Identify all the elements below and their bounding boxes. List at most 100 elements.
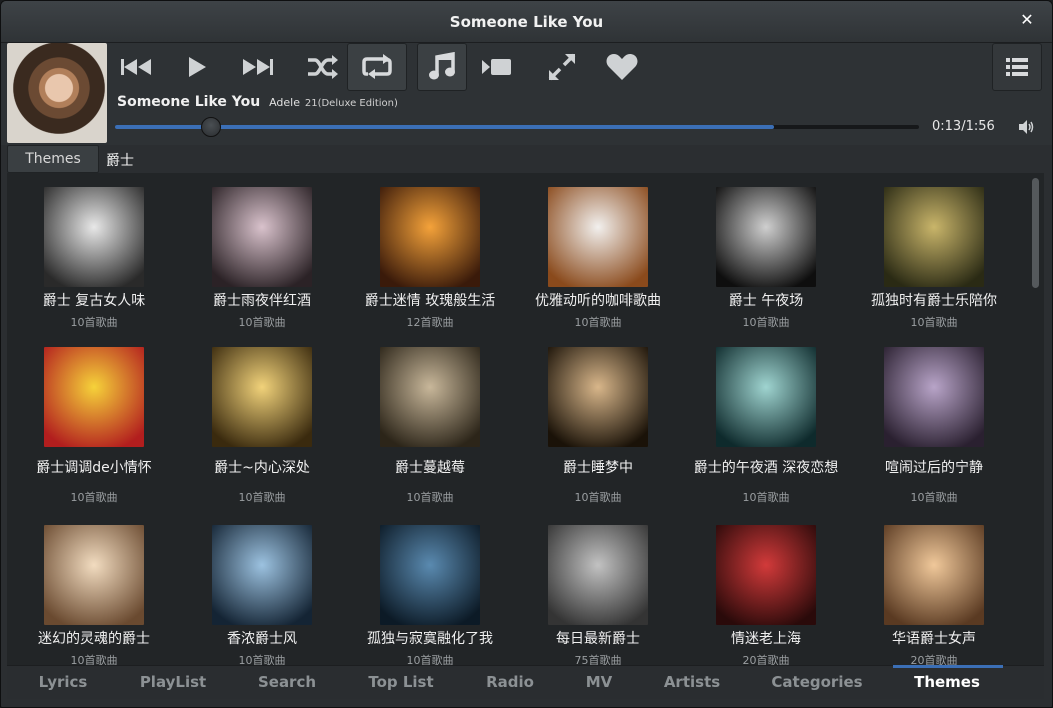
playlist-cover[interactable] — [212, 187, 312, 287]
window-title: Someone Like You — [449, 13, 604, 31]
now-playing-info: Someone Like You Adele 21(Deluxe Edition… — [117, 94, 398, 110]
playlist-cover[interactable] — [548, 187, 648, 287]
playlist-cover[interactable] — [44, 187, 144, 287]
tab-themes[interactable]: Themes — [914, 673, 980, 691]
playlist-name[interactable]: 香浓爵士风 — [178, 628, 346, 648]
play-button[interactable] — [167, 43, 227, 91]
tab-artists[interactable]: Artists — [664, 673, 720, 691]
current-category: 爵士 — [106, 153, 134, 169]
shuffle-button[interactable] — [292, 43, 352, 91]
list-menu-icon — [1006, 58, 1028, 76]
playlist-tile[interactable]: 情迷老上海 20首歌曲 — [682, 525, 850, 665]
playlist-song-count: 10首歌曲 — [742, 491, 790, 504]
playlist-tile[interactable]: 爵士睡梦中 10首歌曲 — [514, 347, 682, 505]
tab-playlist[interactable]: PlayList — [140, 673, 206, 691]
playlist-cover[interactable] — [548, 347, 648, 447]
music-player-window: Someone Like You ✕ Someone Like You Adel… — [0, 0, 1053, 708]
playlist-tile[interactable]: 爵士蔓越莓 10首歌曲 — [346, 347, 514, 505]
tab-lyrics[interactable]: Lyrics — [39, 673, 88, 691]
playlist-name[interactable]: 爵士睡梦中 — [514, 457, 682, 477]
progress-knob[interactable] — [201, 117, 222, 137]
play-icon — [189, 57, 206, 77]
repeat-button[interactable] — [347, 43, 407, 91]
playlist-tile[interactable]: 孤独与寂寞融化了我 10首歌曲 — [346, 525, 514, 665]
repeat-icon — [362, 54, 392, 79]
music-button[interactable] — [417, 43, 467, 91]
video-button[interactable] — [467, 43, 527, 91]
playlist-name[interactable]: 孤独时有爵士乐陪你 — [850, 290, 1018, 310]
playlist-cover[interactable] — [212, 525, 312, 625]
album-name: 21(Deluxe Edition) — [304, 98, 398, 109]
playlist-tile[interactable]: 优雅动听的咖啡歌曲 10首歌曲 — [514, 187, 682, 330]
volume-icon — [1019, 120, 1034, 134]
playlist-song-count: 20首歌曲 — [742, 654, 790, 665]
tab-categories[interactable]: Categories — [771, 673, 862, 691]
title-bar: Someone Like You ✕ — [1, 1, 1052, 43]
playlist-cover[interactable] — [716, 187, 816, 287]
progress-bar[interactable] — [115, 117, 919, 137]
playlist-name[interactable]: 爵士 午夜场 — [682, 290, 850, 310]
playlist-cover[interactable] — [884, 525, 984, 625]
playlist-song-count: 10首歌曲 — [574, 316, 622, 329]
playlist-name[interactable]: 爵士迷情 玫瑰般生活 — [346, 290, 514, 310]
playlist-cover[interactable] — [212, 347, 312, 447]
playlist-cover[interactable] — [44, 347, 144, 447]
playlist-name[interactable]: 孤独与寂寞融化了我 — [346, 628, 514, 648]
tab-mv[interactable]: MV — [586, 673, 613, 691]
playlist-cover[interactable] — [380, 187, 480, 287]
playlist-name[interactable]: 每日最新爵士 — [514, 628, 682, 648]
playlist-song-count: 10首歌曲 — [910, 491, 958, 504]
playlist-song-count: 10首歌曲 — [574, 491, 622, 504]
playlist-name[interactable]: 爵士蔓越莓 — [346, 457, 514, 477]
playlist-name[interactable]: 情迷老上海 — [682, 628, 850, 648]
playlist-tile[interactable]: 爵士的午夜酒 深夜恋想 10首歌曲 — [682, 347, 850, 505]
playlist-tile[interactable]: 爵士雨夜伴红酒 10首歌曲 — [178, 187, 346, 330]
themes-back-button[interactable]: Themes — [7, 145, 99, 173]
heart-icon — [606, 54, 638, 80]
album-cover[interactable] — [7, 43, 107, 143]
playlist-tile[interactable]: 爵士~内心深处 10首歌曲 — [178, 347, 346, 505]
playlist-tile[interactable]: 孤独时有爵士乐陪你 10首歌曲 — [850, 187, 1018, 330]
close-icon[interactable]: ✕ — [1020, 12, 1034, 28]
menu-button[interactable] — [992, 43, 1042, 91]
playlist-tile[interactable]: 爵士 午夜场 10首歌曲 — [682, 187, 850, 330]
playlist-name[interactable]: 爵士调调de小情怀 — [10, 457, 178, 477]
playlist-tile[interactable]: 迷幻的灵魂的爵士 10首歌曲 — [10, 525, 178, 665]
playlist-name[interactable]: 爵士 复古女人味 — [10, 290, 178, 310]
playlist-name[interactable]: 爵士雨夜伴红酒 — [178, 290, 346, 310]
playlist-name[interactable]: 爵士~内心深处 — [178, 457, 346, 477]
playlist-song-count: 10首歌曲 — [70, 491, 118, 504]
playlist-tile[interactable]: 喧闹过后的宁静 10首歌曲 — [850, 347, 1018, 505]
previous-button[interactable] — [107, 43, 167, 91]
tab-radio[interactable]: Radio — [486, 673, 534, 691]
playlist-cover[interactable] — [716, 525, 816, 625]
playlist-tile[interactable]: 香浓爵士风 10首歌曲 — [178, 525, 346, 665]
playlist-tile[interactable]: 爵士调调de小情怀 10首歌曲 — [10, 347, 178, 505]
fullscreen-icon — [548, 53, 576, 81]
next-button[interactable] — [227, 43, 287, 91]
playlist-cover[interactable] — [884, 347, 984, 447]
playlist-name[interactable]: 喧闹过后的宁静 — [850, 457, 1018, 477]
playlist-cover[interactable] — [548, 525, 648, 625]
playlist-cover[interactable] — [716, 347, 816, 447]
playlist-name[interactable]: 华语爵士女声 — [850, 628, 1018, 648]
playlist-name[interactable]: 优雅动听的咖啡歌曲 — [514, 290, 682, 310]
playlist-name[interactable]: 迷幻的灵魂的爵士 — [10, 628, 178, 648]
playlist-cover[interactable] — [380, 525, 480, 625]
playlist-tile[interactable]: 华语爵士女声 20首歌曲 — [850, 525, 1018, 665]
playlist-tile[interactable]: 每日最新爵士 75首歌曲 — [514, 525, 682, 665]
playlist-cover[interactable] — [884, 187, 984, 287]
volume-button[interactable] — [1018, 119, 1034, 139]
scrollbar[interactable] — [1032, 178, 1039, 288]
playlist-tile[interactable]: 爵士 复古女人味 10首歌曲 — [10, 187, 178, 330]
playlist-cover[interactable] — [380, 347, 480, 447]
playlist-name[interactable]: 爵士的午夜酒 深夜恋想 — [682, 457, 850, 477]
tab-top-list[interactable]: Top List — [368, 673, 433, 691]
playlist-tile[interactable]: 爵士迷情 玫瑰般生活 12首歌曲 — [346, 187, 514, 330]
favorite-button[interactable] — [592, 43, 652, 91]
tab-search[interactable]: Search — [258, 673, 316, 691]
playlist-song-count: 75首歌曲 — [574, 654, 622, 665]
fullscreen-button[interactable] — [532, 43, 592, 91]
bottom-tab-bar: Lyrics PlayList Search Top List Radio MV Artis… — [7, 665, 1044, 699]
playlist-cover[interactable] — [44, 525, 144, 625]
